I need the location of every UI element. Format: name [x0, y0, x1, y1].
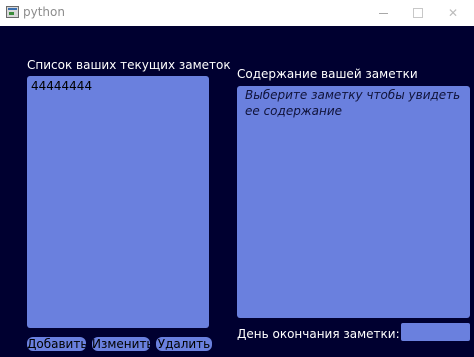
- list-item[interactable]: 44444444: [31, 79, 205, 94]
- window-title: python: [23, 5, 65, 19]
- close-button[interactable]: ✕: [435, 0, 471, 26]
- minimize-button[interactable]: [365, 0, 401, 26]
- note-content-area[interactable]: Выберите заметку чтобы увидеть ее содерж…: [237, 86, 470, 318]
- title-bar: python ✕: [0, 0, 474, 26]
- deadline-input[interactable]: [401, 323, 470, 341]
- maximize-button[interactable]: [400, 0, 436, 26]
- deadline-label: День окончания заметки:: [237, 327, 400, 341]
- edit-button[interactable]: Изменить: [92, 337, 150, 351]
- app-icon: [6, 6, 19, 18]
- notes-list-label: Список ваших текущих заметок: [27, 58, 231, 72]
- close-icon: ✕: [447, 6, 459, 20]
- note-content-placeholder: Выберите заметку чтобы увидеть ее содерж…: [245, 88, 461, 118]
- notes-list[interactable]: 44444444: [27, 76, 209, 328]
- add-button[interactable]: Добавить: [27, 337, 86, 351]
- delete-button[interactable]: Удалить: [156, 337, 212, 351]
- note-content-label: Содержание вашей заметки: [237, 67, 418, 81]
